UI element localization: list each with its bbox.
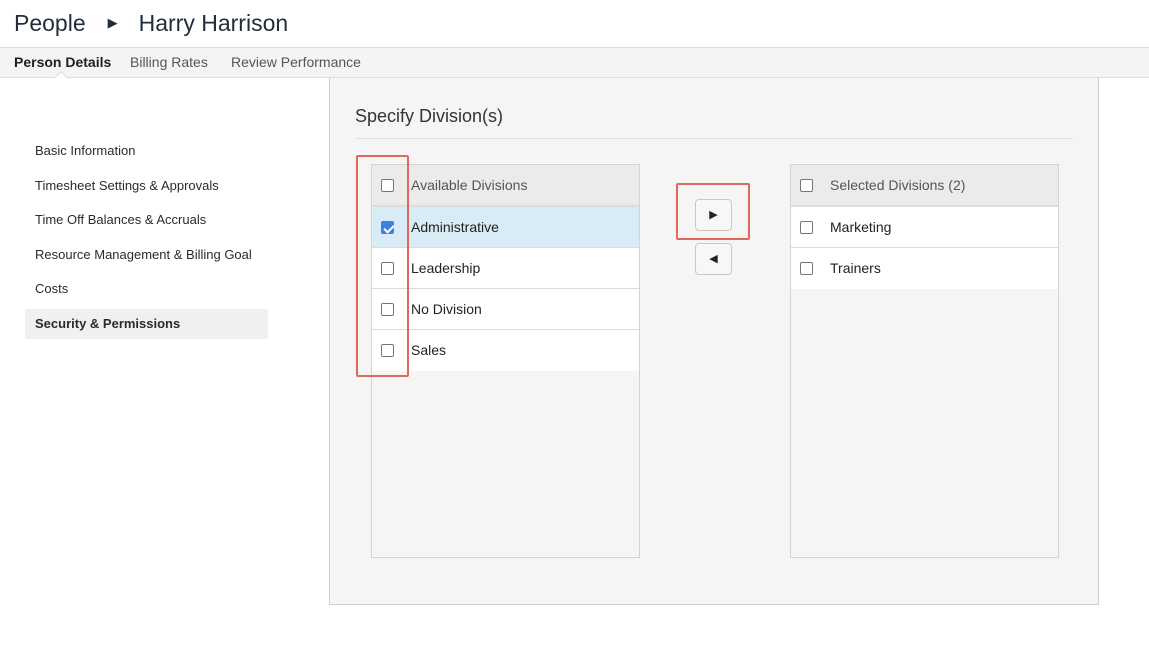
panel-title: Specify Division(s) — [355, 106, 504, 126]
triangle-left-icon: ◀ — [709, 253, 718, 265]
list-item-marketing[interactable]: Marketing — [791, 207, 1058, 248]
breadcrumb-people-link[interactable]: People — [14, 10, 86, 37]
list-item-trainers[interactable]: Trainers — [791, 248, 1058, 289]
breadcrumb: People ▶ Harry Harrison — [0, 0, 1149, 47]
administrative-checkbox[interactable] — [381, 221, 394, 234]
list-item-administrative[interactable]: Administrative — [372, 207, 639, 248]
move-left-button[interactable]: ◀ — [695, 243, 732, 275]
available-divisions-header-label: Available Divisions — [411, 177, 528, 193]
list-item-label: Administrative — [411, 219, 499, 235]
sales-checkbox[interactable] — [381, 344, 394, 357]
sidebar-item-security-permissions[interactable]: Security & Permissions — [25, 308, 268, 339]
list-item-label: No Division — [411, 301, 482, 317]
divider — [355, 138, 1073, 139]
move-right-button[interactable]: ▶ — [695, 199, 732, 231]
sidebar: Basic Information Timesheet Settings & A… — [25, 136, 268, 343]
selected-divisions-header: Selected Divisions (2) — [791, 165, 1058, 207]
selected-divisions-list: Selected Divisions (2) Marketing Trainer… — [790, 164, 1059, 558]
triangle-right-icon: ▶ — [709, 209, 718, 221]
list-item-leadership[interactable]: Leadership — [372, 248, 639, 289]
select-all-available-checkbox[interactable] — [381, 179, 394, 192]
trainers-checkbox[interactable] — [800, 262, 813, 275]
sidebar-item-timesheet-settings[interactable]: Timesheet Settings & Approvals — [25, 171, 268, 201]
page-title: Harry Harrison — [138, 10, 289, 36]
list-item-label: Trainers — [830, 260, 881, 276]
available-divisions-header: Available Divisions — [372, 165, 639, 207]
list-item-sales[interactable]: Sales — [372, 330, 639, 371]
list-item-no-division[interactable]: No Division — [372, 289, 639, 330]
tab-review-performance[interactable]: Review Performance — [231, 48, 361, 77]
available-divisions-list: Available Divisions Administrative Leade… — [371, 164, 640, 558]
select-all-selected-checkbox[interactable] — [800, 179, 813, 192]
triangle-right-icon: ▶ — [107, 14, 118, 30]
list-item-label: Leadership — [411, 260, 481, 276]
sidebar-item-resource-management[interactable]: Resource Management & Billing Goal — [25, 240, 268, 270]
selected-divisions-header-label: Selected Divisions (2) — [830, 177, 966, 193]
tab-billing-rates[interactable]: Billing Rates — [130, 48, 208, 77]
tab-person-details[interactable]: Person Details — [14, 48, 111, 77]
list-item-label: Marketing — [830, 219, 892, 235]
sidebar-item-costs[interactable]: Costs — [25, 274, 268, 304]
marketing-checkbox[interactable] — [800, 221, 813, 234]
list-item-label: Sales — [411, 342, 447, 358]
tab-bar: Person Details Billing Rates Review Perf… — [0, 47, 1149, 78]
no-division-checkbox[interactable] — [381, 303, 394, 316]
leadership-checkbox[interactable] — [381, 262, 394, 275]
sidebar-item-time-off-balances[interactable]: Time Off Balances & Accruals — [25, 205, 268, 235]
sidebar-item-basic-information[interactable]: Basic Information — [25, 136, 268, 166]
division-panel: Specify Division(s) Available Divisions … — [329, 78, 1099, 605]
